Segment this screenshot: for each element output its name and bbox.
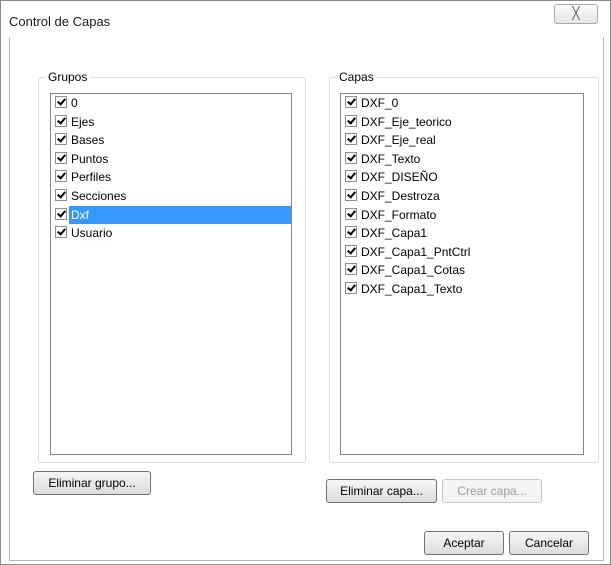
grupos-list-item[interactable]: Puntos <box>51 150 291 169</box>
capas-item-label: DXF_Destroza <box>361 188 440 203</box>
checkbox[interactable] <box>345 281 357 294</box>
dialog-body: Grupos 0 Ejes Bases Puntos Perfiles Secciones… <box>9 37 604 561</box>
grupos-list-item[interactable]: Ejes <box>51 113 291 132</box>
capas-list-item[interactable]: DXF_Eje_real <box>341 131 583 150</box>
dialog-window: Control de Capas ╳ Grupos 0 Ejes Bases Punt… <box>0 0 611 565</box>
checkbox[interactable] <box>55 151 67 164</box>
capas-item-label: DXF_0 <box>361 96 399 110</box>
grupos-item-label: Perfiles <box>71 170 112 185</box>
capas-list-item[interactable]: DXF_0 <box>341 94 583 113</box>
grupos-list[interactable]: 0 Ejes Bases Puntos Perfiles Secciones Dxf Usua… <box>50 93 292 455</box>
checkbox[interactable] <box>55 170 67 183</box>
grupos-item-label: Secciones <box>71 188 127 203</box>
checkbox[interactable] <box>55 188 67 201</box>
capas-item-label: DXF_DISEÑO <box>361 170 438 185</box>
grupos-item-label: 0 <box>71 96 78 110</box>
grupos-item-label: Ejes <box>71 114 95 129</box>
checkbox[interactable] <box>55 207 67 220</box>
checkbox[interactable] <box>55 133 67 146</box>
checkbox[interactable] <box>345 226 357 239</box>
checkbox[interactable] <box>345 114 357 127</box>
capas-item-label: DXF_Capa1_PntCtrl <box>361 244 471 259</box>
capas-list-item[interactable]: DXF_Eje_teorico <box>341 113 583 132</box>
capas-label: Capas <box>336 70 377 84</box>
grupos-list-item[interactable]: Dxf <box>51 205 291 225</box>
checkbox[interactable] <box>345 96 357 108</box>
grupos-list-item[interactable]: Secciones <box>51 187 291 206</box>
grupos-item-label: Usuario <box>71 226 113 241</box>
title-bar[interactable]: Control de Capas ╳ <box>1 1 610 37</box>
capas-list-item[interactable]: DXF_Formato <box>341 206 583 225</box>
dialog-title: Control de Capas <box>9 14 111 29</box>
capas-list-item[interactable]: DXF_Capa1_Texto <box>341 280 583 299</box>
capas-list-item[interactable]: DXF_DISEÑO <box>341 168 583 187</box>
capas-item-label: DXF_Eje_real <box>361 133 436 148</box>
capas-item-label: DXF_Capa1_Cotas <box>361 263 466 278</box>
create-layer-button[interactable]: Crear capa... <box>442 479 542 503</box>
capas-item-label: DXF_Formato <box>361 207 437 222</box>
checkbox[interactable] <box>345 188 357 201</box>
grupos-item-label: Bases <box>71 133 105 148</box>
capas-list-item[interactable]: DXF_Destroza <box>341 187 583 206</box>
checkbox[interactable] <box>55 226 67 239</box>
grupos-item-label: Puntos <box>71 151 109 166</box>
grupos-list-item[interactable]: 0 <box>51 94 291 113</box>
checkbox[interactable] <box>345 263 357 276</box>
capas-list[interactable]: DXF_0 DXF_Eje_teorico DXF_Eje_real DXF_Text… <box>340 93 584 455</box>
ok-button[interactable]: Aceptar <box>424 531 504 555</box>
grupos-list-item[interactable]: Bases <box>51 131 291 150</box>
capas-list-item[interactable]: DXF_Capa1_Cotas <box>341 261 583 280</box>
delete-group-button[interactable]: Eliminar grupo... <box>33 471 151 495</box>
capas-list-item[interactable]: DXF_Capa1 <box>341 224 583 243</box>
checkbox[interactable] <box>345 207 357 220</box>
close-icon: ╳ <box>572 6 580 20</box>
capas-list-item[interactable]: DXF_Capa1_PntCtrl <box>341 243 583 262</box>
grupos-list-item[interactable]: Usuario <box>51 224 291 243</box>
delete-layer-button[interactable]: Eliminar capa... <box>326 479 437 503</box>
checkbox[interactable] <box>345 244 357 257</box>
checkbox[interactable] <box>345 133 357 146</box>
grupos-list-item[interactable]: Perfiles <box>51 168 291 187</box>
grupos-label: Grupos <box>45 70 91 84</box>
cancel-button[interactable]: Cancelar <box>509 531 589 555</box>
checkbox[interactable] <box>345 170 357 183</box>
capas-item-label: DXF_Capa1_Texto <box>361 281 463 296</box>
capas-item-label: DXF_Texto <box>361 151 421 166</box>
checkbox[interactable] <box>55 114 67 127</box>
grupos-item-label: Dxf <box>69 205 291 224</box>
capas-item-label: DXF_Eje_teorico <box>361 114 452 129</box>
checkbox[interactable] <box>345 151 357 164</box>
checkbox[interactable] <box>55 96 67 108</box>
close-button[interactable]: ╳ <box>554 4 598 24</box>
capas-list-item[interactable]: DXF_Texto <box>341 150 583 169</box>
capas-item-label: DXF_Capa1 <box>361 226 428 241</box>
